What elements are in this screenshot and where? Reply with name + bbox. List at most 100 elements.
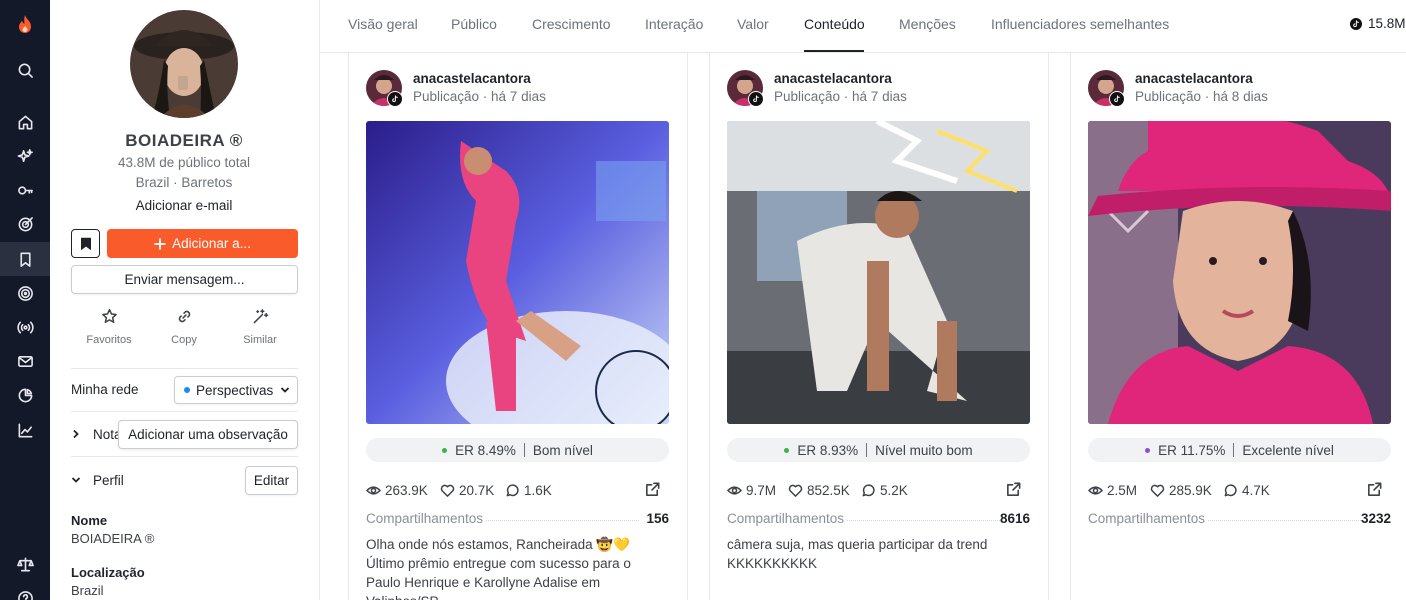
er-dot bbox=[1145, 447, 1151, 453]
er-dot bbox=[442, 447, 448, 453]
tab-engagement[interactable]: Interação bbox=[645, 16, 703, 32]
shares-row: Compartilhamentos 3232 bbox=[1088, 511, 1391, 529]
comments-value: 1.6K bbox=[524, 483, 552, 498]
add-to-list-label: Adicionar a... bbox=[172, 236, 251, 251]
er-level: Nível muito bom bbox=[875, 442, 973, 458]
profile-name: BOIADEIRA ® bbox=[125, 131, 243, 150]
er-separator bbox=[523, 443, 525, 457]
divider bbox=[71, 368, 298, 369]
likes-value: 20.7K bbox=[459, 483, 495, 498]
external-link-icon[interactable] bbox=[1005, 481, 1022, 501]
radar-icon[interactable] bbox=[0, 276, 50, 310]
search-icon[interactable] bbox=[0, 53, 50, 87]
network-label: Minha rede bbox=[71, 382, 139, 397]
trend-icon[interactable] bbox=[0, 413, 50, 447]
tiktok-badge-icon bbox=[1109, 91, 1125, 107]
post-username[interactable]: anacastelacantora bbox=[774, 71, 892, 86]
post-username[interactable]: anacastelacantora bbox=[413, 71, 531, 86]
post-username[interactable]: anacastelacantora bbox=[1135, 71, 1253, 86]
copy-label: Copy bbox=[171, 334, 197, 346]
post-card: anacastelacantora Publicação · há 7 dias bbox=[709, 53, 1049, 600]
chevron-down-icon bbox=[71, 473, 81, 488]
status-dot bbox=[184, 387, 190, 393]
comments-stat: 5.2K bbox=[861, 483, 908, 498]
tiktok-badge-icon bbox=[387, 91, 403, 107]
er-dot bbox=[784, 447, 790, 453]
help-icon[interactable] bbox=[0, 581, 50, 600]
er-separator bbox=[1233, 443, 1235, 457]
add-email-link[interactable]: Adicionar e-mail bbox=[50, 198, 318, 213]
engagement-rate-pill: ER 8.93% Nível muito bom bbox=[727, 438, 1030, 462]
post-stats: 263.9K 20.7K 1.6K bbox=[366, 481, 669, 501]
post-stats: 9.7M 852.5K 5.2K bbox=[727, 481, 1030, 501]
eye-icon bbox=[1088, 486, 1103, 495]
target-icon[interactable] bbox=[0, 207, 50, 241]
shares-value: 156 bbox=[646, 511, 669, 526]
tab-overview[interactable]: Visão geral bbox=[348, 16, 418, 32]
post-stats: 2.5M 285.9K 4.7K bbox=[1088, 481, 1391, 501]
edit-profile-button[interactable]: Editar bbox=[245, 466, 298, 495]
content-grid: anacastelacantora Publicação · há 7 dias bbox=[320, 53, 1406, 600]
flame-logo-icon[interactable] bbox=[0, 7, 50, 41]
views-value: 263.9K bbox=[385, 483, 428, 498]
post-card: anacastelacantora Publicação · há 8 dias bbox=[1070, 53, 1406, 600]
profile-section-toggle[interactable]: Perfil bbox=[71, 473, 124, 488]
home-icon[interactable] bbox=[0, 105, 50, 139]
post-meta: Publicação · há 7 dias bbox=[774, 89, 907, 104]
add-note-tooltip[interactable]: Adicionar uma observação bbox=[118, 420, 298, 449]
tab-audience[interactable]: Público bbox=[451, 16, 497, 32]
post-thumbnail[interactable] bbox=[1088, 121, 1391, 424]
pie-chart-icon[interactable] bbox=[0, 378, 50, 412]
likes-stat: 20.7K bbox=[440, 483, 494, 498]
likes-stat: 285.9K bbox=[1150, 483, 1212, 498]
likes-value: 852.5K bbox=[807, 483, 850, 498]
post-thumbnail[interactable] bbox=[366, 121, 669, 424]
heart-icon bbox=[440, 484, 455, 497]
add-to-list-button[interactable]: Adicionar a... bbox=[107, 229, 298, 258]
network-select-value: Perspectivas bbox=[196, 382, 274, 398]
mail-icon[interactable] bbox=[0, 344, 50, 378]
shares-label: Compartilhamentos bbox=[1088, 511, 1206, 526]
heart-icon bbox=[1150, 484, 1165, 497]
eye-icon bbox=[727, 486, 742, 495]
bookmark-button[interactable] bbox=[71, 229, 100, 258]
bookmark-icon[interactable] bbox=[0, 242, 50, 276]
broadcast-icon[interactable] bbox=[0, 310, 50, 344]
copy-action[interactable]: Copy bbox=[146, 308, 222, 346]
bookmark-filled-icon bbox=[80, 237, 91, 250]
post-card: anacastelacantora Publicação · há 7 dias bbox=[348, 53, 688, 600]
tab-content[interactable]: Conteúdo bbox=[804, 16, 865, 32]
profile-audience: 43.8M de público total bbox=[117, 155, 251, 170]
tab-growth[interactable]: Crescimento bbox=[532, 16, 611, 32]
post-thumbnail[interactable] bbox=[727, 121, 1030, 424]
link-icon bbox=[178, 310, 190, 323]
er-level: Bom nível bbox=[532, 442, 593, 458]
post-meta: Publicação · há 7 dias bbox=[413, 89, 546, 104]
field-location-value: Brazil bbox=[71, 583, 104, 598]
likes-value: 285.9K bbox=[1169, 483, 1212, 498]
external-link-icon[interactable] bbox=[1366, 481, 1383, 501]
profile-section-label: Perfil bbox=[93, 473, 124, 488]
tab-similar-influencers[interactable]: Influenciadores semelhantes bbox=[991, 16, 1169, 32]
profile-location: Brazil · Barretos bbox=[135, 175, 233, 190]
favorites-action[interactable]: Favoritos bbox=[71, 308, 147, 346]
post-meta: Publicação · há 8 dias bbox=[1135, 89, 1268, 104]
shares-label: Compartilhamentos bbox=[366, 511, 484, 526]
sparkles-icon[interactable] bbox=[0, 139, 50, 173]
er-value: ER 11.75% bbox=[1158, 442, 1226, 458]
external-link-icon[interactable] bbox=[644, 481, 661, 501]
key-icon[interactable] bbox=[0, 173, 50, 207]
similar-action[interactable]: Similar bbox=[222, 308, 298, 346]
tab-value[interactable]: Valor bbox=[737, 16, 769, 32]
tab-mentions[interactable]: Menções bbox=[899, 16, 956, 32]
views-value: 9.7M bbox=[746, 483, 777, 498]
note-section-toggle[interactable]: Nota bbox=[71, 427, 122, 442]
active-tab-indicator bbox=[804, 50, 864, 52]
dotted-leader bbox=[1208, 520, 1361, 521]
comments-stat: 1.6K bbox=[505, 483, 552, 498]
magic-wand-icon bbox=[253, 309, 268, 324]
network-select[interactable]: Perspectivas bbox=[174, 376, 298, 404]
comment-icon bbox=[1224, 484, 1237, 497]
scale-icon[interactable] bbox=[0, 547, 50, 581]
send-message-button[interactable]: Enviar mensagem... bbox=[71, 265, 298, 294]
